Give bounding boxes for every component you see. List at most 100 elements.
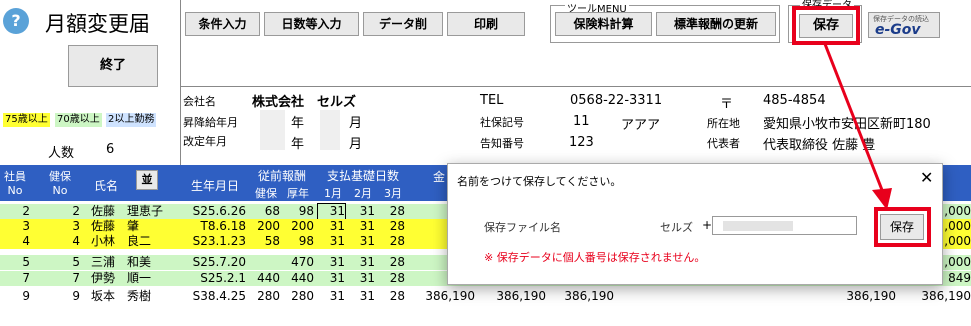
cell-d3[interactable]: 28: [378, 289, 405, 304]
cell-emp[interactable]: 7: [0, 271, 30, 286]
cell-name[interactable]: 小林 良二: [91, 234, 179, 249]
cell-r1[interactable]: 386,190: [830, 289, 896, 304]
cell-d2[interactable]: 31: [348, 289, 375, 304]
cell-ins[interactable]: 2: [40, 204, 80, 219]
cell-a1[interactable]: 386,190: [410, 289, 475, 304]
cell-ken[interactable]: 68: [250, 204, 280, 219]
header-month3: 3月: [384, 187, 402, 200]
cell-birth[interactable]: T8.6.18: [182, 219, 247, 234]
cell-ken[interactable]: 200: [250, 219, 280, 234]
end-button[interactable]: 終了: [68, 45, 158, 87]
raise-month-field[interactable]: [320, 110, 340, 150]
header-prev-ken: 健保: [255, 187, 277, 200]
address-label: 所在地: [707, 117, 740, 130]
year-unit: 年: [291, 116, 305, 131]
cell-kou[interactable]: 440: [282, 271, 314, 286]
cell-ins[interactable]: 5: [40, 255, 80, 270]
cell-ken[interactable]: 58: [250, 234, 280, 249]
cell-name[interactable]: 三浦 和美: [91, 255, 179, 270]
egov-logo: e-Gov: [875, 22, 921, 38]
revision-date-label: 改定年月: [183, 135, 227, 148]
redacted-text: [723, 221, 793, 231]
cell-d3[interactable]: 28: [378, 271, 405, 286]
cell-d1[interactable]: 31: [318, 289, 345, 304]
month-unit: 月: [349, 116, 363, 131]
days-input-button[interactable]: 日数等入力: [264, 12, 359, 36]
cell-kou[interactable]: 98: [282, 204, 314, 219]
cell-ins[interactable]: 7: [40, 271, 80, 286]
cell-birth[interactable]: S23.1.23: [182, 234, 246, 249]
cell-a2[interactable]: 386,190: [480, 289, 546, 304]
cell-name[interactable]: 坂本 秀樹: [91, 289, 179, 304]
cell-ken[interactable]: 440: [250, 271, 280, 286]
representative-label: 代表者: [707, 137, 740, 150]
close-icon[interactable]: ✕: [920, 168, 933, 187]
cell-d1[interactable]: 31: [318, 234, 345, 249]
help-icon[interactable]: ?: [3, 8, 29, 34]
legend-age75: 75歳以上: [3, 113, 50, 127]
cell-birth[interactable]: S38.4.25: [182, 289, 246, 304]
raise-year-field[interactable]: [260, 110, 285, 150]
cell-d1[interactable]: 31: [317, 203, 346, 220]
raise-date-label: 昇降給年月: [183, 116, 238, 129]
legend-multi: 2以上勤務: [106, 113, 157, 127]
cell-emp[interactable]: 2: [0, 204, 30, 219]
cell-d3[interactable]: 28: [378, 219, 405, 234]
table-row[interactable]: 9 9 坂本 秀樹 S38.4.25 280 280 31 31 28 386,190 386,19…: [0, 289, 971, 304]
cell-name[interactable]: 伊勢 順一: [91, 271, 179, 286]
cell-d2[interactable]: 31: [348, 255, 375, 270]
cell-name[interactable]: 佐藤 肇: [91, 219, 179, 234]
cell-ken[interactable]: [250, 255, 280, 270]
cell-d2[interactable]: 31: [348, 271, 375, 286]
header-month2: 2月: [354, 187, 372, 200]
cell-name[interactable]: 佐藤 理恵子: [91, 204, 179, 219]
delete-data-button[interactable]: データ削: [363, 12, 443, 36]
print-button[interactable]: 印刷: [447, 12, 525, 36]
cell-ken[interactable]: 280: [250, 289, 280, 304]
standard-update-button[interactable]: 標準報酬の更新: [656, 12, 776, 36]
cell-d2[interactable]: 31: [348, 219, 375, 234]
egov-load-button[interactable]: 保存データの読込 e-Gov: [868, 12, 940, 38]
cell-kou[interactable]: 200: [282, 219, 314, 234]
zip-label: 〒: [720, 97, 734, 112]
cell-emp[interactable]: 3: [0, 219, 30, 234]
cell-r2[interactable]: 386,190: [900, 289, 971, 304]
legend-age70: 70歳以上: [55, 113, 102, 127]
cell-d1[interactable]: 31: [318, 219, 345, 234]
cell-d3[interactable]: 28: [378, 255, 405, 270]
cell-birth[interactable]: S25.7.20: [182, 255, 246, 270]
conditions-button[interactable]: 条件入力: [185, 12, 260, 36]
cell-ins[interactable]: 4: [40, 234, 80, 249]
sort-button[interactable]: 並: [136, 170, 158, 190]
cell-emp[interactable]: 5: [0, 255, 30, 270]
headcount-value: 6: [106, 142, 115, 157]
premium-calc-button[interactable]: 保険料計算: [555, 12, 652, 36]
headcount-label: 人数: [48, 146, 75, 161]
cell-kou[interactable]: 98: [282, 234, 314, 249]
cell-a3[interactable]: 386,190: [550, 289, 614, 304]
cell-d3[interactable]: 28: [378, 234, 405, 249]
company-name: 株式会社 セルズ: [252, 95, 357, 110]
cell-emp[interactable]: 4: [0, 234, 30, 249]
header-birthdate: 生年月日: [190, 179, 239, 193]
cell-birth[interactable]: S25.6.26: [182, 204, 246, 219]
cell-d1[interactable]: 31: [318, 271, 345, 286]
pointer-arrow: [823, 43, 892, 210]
cell-birth[interactable]: S25.2.1: [182, 271, 246, 286]
cell-ins[interactable]: 3: [40, 219, 80, 234]
cell-ins[interactable]: 9: [40, 289, 80, 304]
cell-emp[interactable]: 9: [0, 289, 30, 304]
header-prev-kou: 厚年: [287, 187, 309, 200]
company-name-label: 会社名: [183, 95, 216, 108]
cell-d1[interactable]: 31: [318, 255, 345, 270]
cell-d2[interactable]: 31: [348, 234, 375, 249]
cell-kou[interactable]: 280: [282, 289, 314, 304]
header-name: 氏名: [93, 179, 118, 193]
cell-d3[interactable]: 28: [378, 204, 405, 219]
cell-kou[interactable]: 470: [282, 255, 314, 270]
warning-text: ※ 保存データに個人番号は保存されません。: [484, 251, 706, 264]
header-ins-no: 健保 No: [49, 170, 71, 197]
plus-sign: +: [702, 218, 713, 232]
cell-d2[interactable]: 31: [348, 204, 375, 219]
header-prev-pay: 従前報酬: [257, 169, 306, 183]
